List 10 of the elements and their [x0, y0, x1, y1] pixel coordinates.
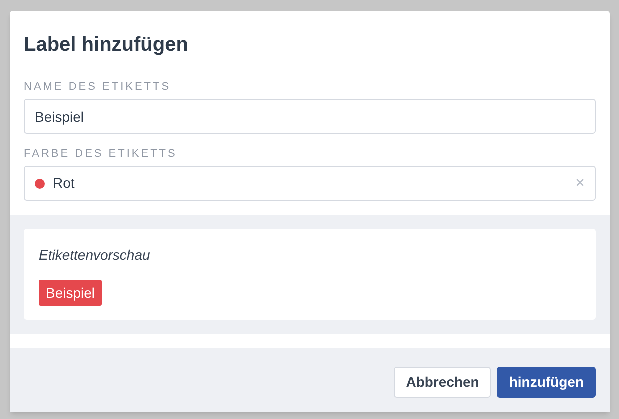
field-label: NAME DES ETIKETTS	[24, 80, 172, 95]
add-button[interactable]: hinzufügen	[497, 367, 596, 398]
name-field[interactable]: Beispiel	[24, 99, 596, 134]
color-select[interactable]: Rot ×	[24, 166, 596, 201]
color-value: Rot	[53, 174, 76, 193]
label-tag: Beispiel	[39, 280, 102, 306]
field-label: FARBE DES ETIKETTS	[24, 147, 178, 162]
cancel-button[interactable]: Abbrechen	[394, 367, 492, 398]
dialog-title: Label hinzufügen	[24, 33, 190, 57]
preview-title: Etikettenvorschau	[39, 246, 150, 265]
